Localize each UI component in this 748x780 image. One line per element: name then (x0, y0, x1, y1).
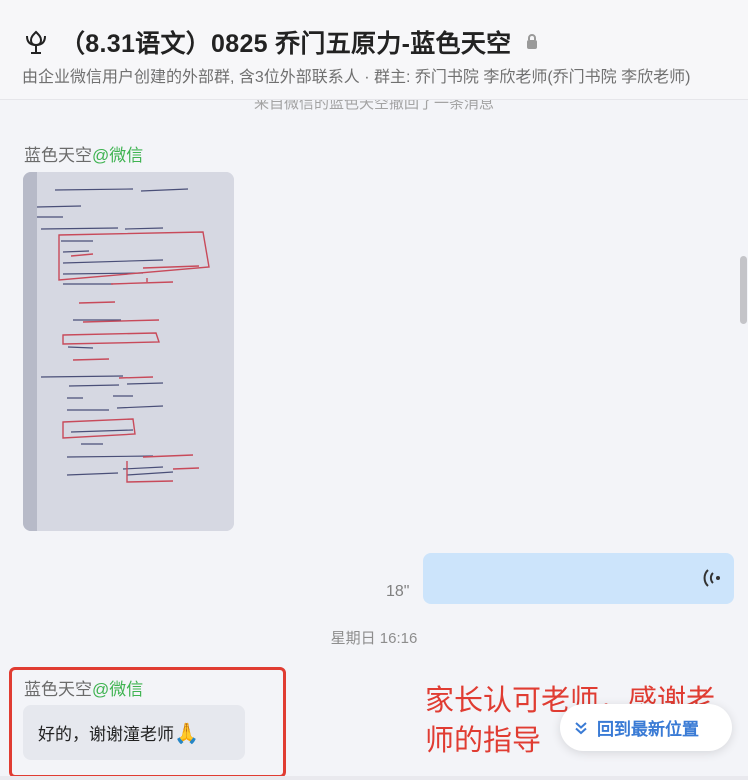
handwritten-notes-photo (23, 172, 234, 531)
sender-name: 蓝色天空 (24, 680, 92, 699)
double-chevron-down-icon (575, 721, 587, 734)
chat-window: （8.31语文）0825 乔门五原力-蓝色天空 由企业微信用户创建的外部群, 含… (0, 0, 748, 780)
group-info: 由企业微信用户创建的外部群, 含3位外部联系人 · 群主: 乔门书院 李欣老师(… (22, 69, 691, 86)
scrollbar[interactable] (738, 100, 748, 780)
sender-source: @微信 (92, 680, 144, 699)
message-list[interactable]: 来自微信的蓝色天空撤回了一条消息 蓝色天空@微信 18" 星期日 16:16 蓝… (0, 100, 748, 780)
jump-to-latest-label: 回到最新位置 (597, 720, 699, 739)
chat-header: （8.31语文）0825 乔门五原力-蓝色天空 由企业微信用户创建的外部群, 含… (0, 0, 748, 100)
scrollbar-thumb[interactable] (740, 256, 747, 324)
message-text: 好的，谢谢潼老师 (38, 725, 174, 744)
tulip-group-icon (26, 30, 46, 54)
voice-wave-icon (703, 569, 720, 587)
recall-notice: 来自微信的蓝色天空撤回了一条消息 (253, 100, 494, 112)
chat-title: （8.31语文）0825 乔门五原力-蓝色天空 (60, 30, 512, 58)
title-row: （8.31语文）0825 乔门五原力-蓝色天空 (22, 24, 541, 60)
sender-label: 蓝色天空@微信 (24, 675, 143, 700)
text-message[interactable]: 好的，谢谢潼老师🙏 (23, 705, 245, 760)
sender-label: 蓝色天空@微信 (24, 141, 143, 166)
voice-message[interactable] (423, 553, 734, 604)
lock-icon (527, 34, 538, 49)
sender-name: 蓝色天空 (24, 146, 92, 165)
voice-duration: 18" (386, 583, 410, 600)
jump-to-latest-button[interactable]: 回到最新位置 (560, 704, 732, 751)
sender-source: @微信 (92, 146, 144, 165)
image-message[interactable] (23, 172, 234, 531)
message-timestamp: 星期日 16:16 (330, 630, 418, 647)
praying-hands-icon: 🙏 (174, 723, 199, 745)
bottom-divider (0, 776, 748, 780)
